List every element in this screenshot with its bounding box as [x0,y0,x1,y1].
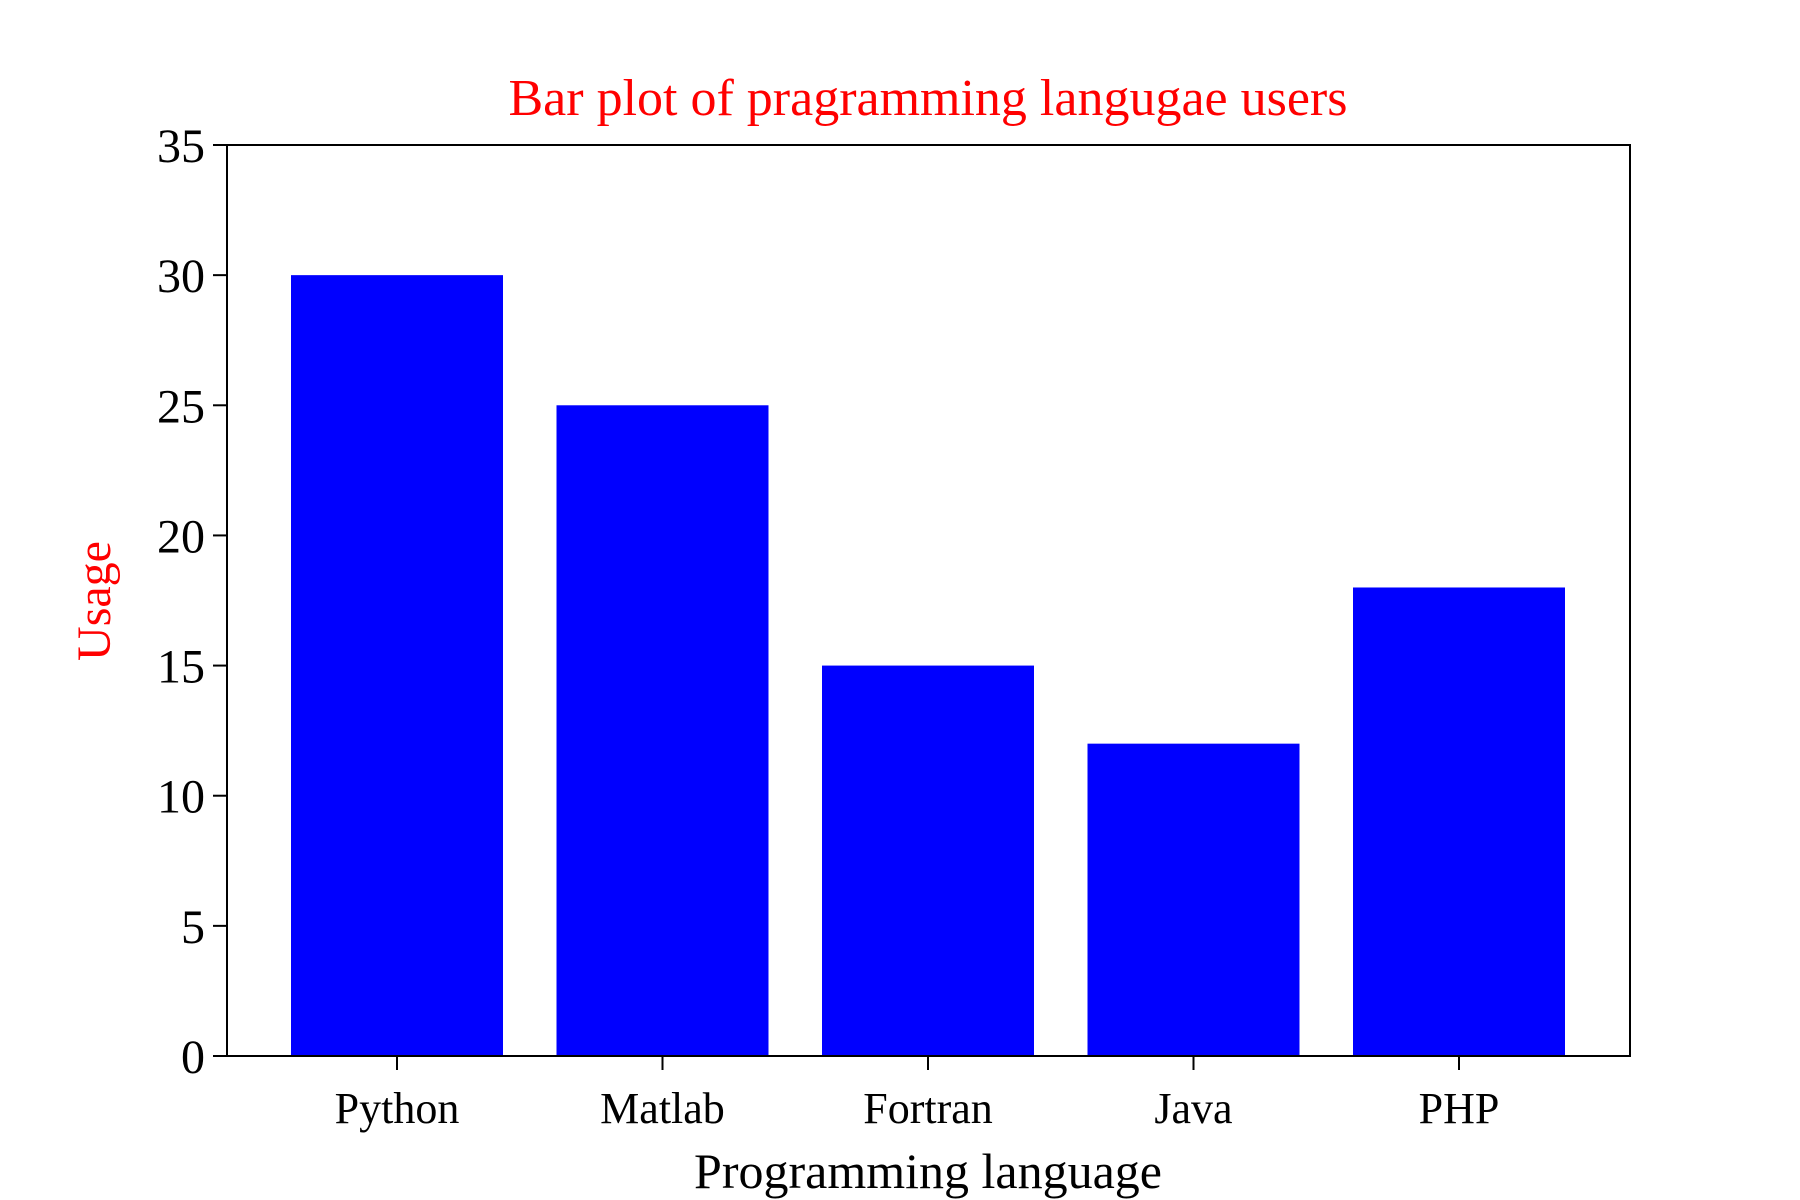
bar-java [1087,743,1300,1056]
x-axis-label: Programming language [694,1143,1162,1199]
y-tick-label: 10 [157,771,205,824]
x-tick-label: Matlab [600,1084,725,1133]
x-tick-label: Fortran [863,1084,993,1133]
y-axis-label: Usage [68,541,121,661]
y-tick-label: 35 [157,120,205,173]
bar-fortran [822,665,1034,1056]
y-tick-label: 5 [181,901,205,954]
y-tick-label: 0 [181,1031,205,1084]
y-tick-label: 15 [157,641,205,694]
x-tick-label: PHP [1419,1084,1500,1133]
x-tick-label: Java [1154,1084,1232,1133]
x-tick-label: Python [335,1084,460,1133]
bar-matlab [556,405,769,1056]
bar-chart: 0 5 10 15 20 25 30 35 Python Matlab Fortran Java PH… [0,0,1800,1200]
bar-php [1353,587,1565,1056]
y-tick-label: 20 [157,510,205,563]
bar-python [291,275,503,1057]
chart-title: Bar plot of pragramming langugae users [509,70,1348,127]
y-tick-label: 30 [157,250,205,303]
y-tick-label: 25 [157,380,205,433]
